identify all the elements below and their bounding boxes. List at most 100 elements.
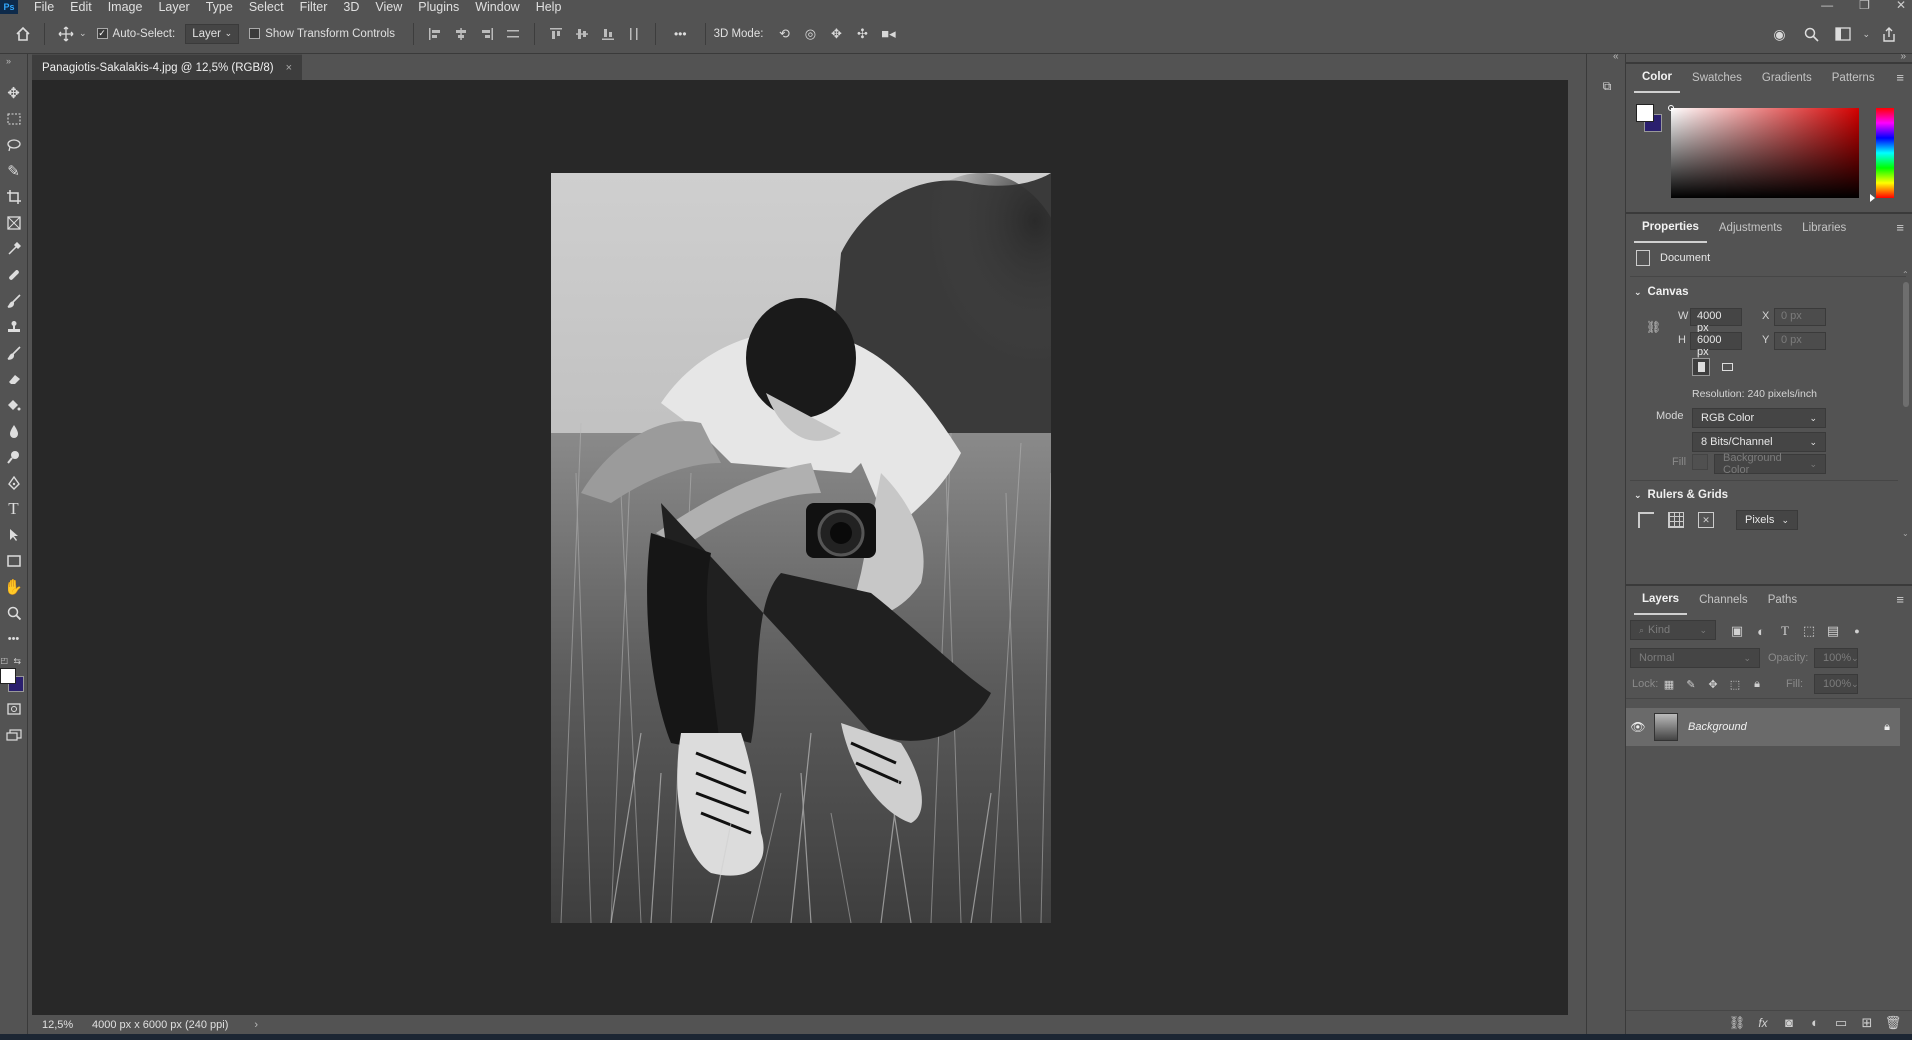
color-mode-dropdown[interactable]: RGB Color ⌄ [1692,408,1826,428]
workspace-chevron-icon[interactable]: ⌄ [1862,29,1870,40]
search-icon[interactable] [1798,21,1824,47]
tab-layers[interactable]: Layers [1634,585,1688,615]
align-left-edges-icon[interactable] [422,21,448,47]
tool-preset-chevron-icon[interactable]: ⌄ [79,28,87,39]
align-right-edges-icon[interactable] [474,21,500,47]
layer-lock-icon[interactable]: 🔒︎ [1884,721,1890,734]
shape-filter-icon[interactable]: ⬚ [1798,620,1820,642]
roll-3d-icon[interactable]: ◎ [797,21,823,47]
hue-slider[interactable] [1876,108,1894,198]
move-tool-icon[interactable] [53,21,79,47]
link-dimensions-icon[interactable]: ⛓ [1646,320,1661,334]
rulers-grids-section-header[interactable]: ⌄ Rulers & Grids [1634,489,1728,501]
drag-3d-icon[interactable]: ✥ [823,21,849,47]
properties-scrollbar[interactable]: ⌃ ⌄ [1902,270,1910,538]
distribute-horizontal-icon[interactable] [621,21,647,47]
menu-image[interactable]: Image [100,1,151,14]
opacity-input[interactable]: 100% ⌄ [1814,648,1859,668]
menu-plugins[interactable]: Plugins [410,1,467,14]
zoom-level[interactable]: 12,5% [32,1019,82,1031]
grid-icon[interactable] [1668,512,1684,528]
tab-channels[interactable]: Channels [1691,586,1756,614]
tab-paths[interactable]: Paths [1760,586,1805,614]
scroll-down-icon[interactable]: ⌄ [1902,529,1909,538]
align-horizontal-centers-icon[interactable] [448,21,474,47]
expand-panels-icon[interactable]: » [1900,51,1906,62]
menu-view[interactable]: View [367,1,410,14]
history-brush-tool-icon[interactable] [2,340,26,366]
tab-color[interactable]: Color [1634,63,1681,93]
new-layer-icon[interactable]: ⊞ [1856,1012,1878,1034]
restore-button[interactable]: ❐ [1859,0,1870,11]
canvas-x-input[interactable]: 0 px [1774,308,1826,326]
path-selection-tool-icon[interactable] [2,522,26,548]
canvas-width-input[interactable]: 4000 px [1690,308,1742,334]
foreground-color-swatch[interactable] [1636,104,1654,122]
tab-swatches[interactable]: Swatches [1684,64,1750,92]
crop-tool-icon[interactable] [2,184,26,210]
smart-object-filter-icon[interactable]: ▤ [1822,620,1844,642]
auto-select-target-dropdown[interactable]: Layer ⌄ [185,23,240,44]
close-document-icon[interactable]: × [286,62,292,74]
fill-color-swatch[interactable] [1692,454,1708,470]
screen-mode-icon[interactable] [2,722,26,748]
layer-filter-dropdown[interactable]: ⌕ Kind ⌄ [1630,620,1716,640]
paint-bucket-tool-icon[interactable] [2,392,26,418]
color-field[interactable] [1671,108,1859,198]
share-icon[interactable] [1876,21,1902,47]
scroll-up-icon[interactable]: ⌃ [1902,270,1909,279]
canvas-section-header[interactable]: ⌄ Canvas [1634,286,1688,298]
eye-visibility-icon[interactable]: 👁︎ [1626,720,1650,734]
slide-3d-icon[interactable]: ✣ [849,21,875,47]
new-group-folder-icon[interactable]: ▭ [1830,1012,1852,1034]
filter-toggle-icon[interactable]: ● [1846,620,1868,642]
canvas-height-input[interactable]: 6000 px [1690,332,1742,358]
status-menu-arrow[interactable]: › [254,1019,258,1031]
eraser-tool-icon[interactable] [2,366,26,392]
lock-artboard-icon[interactable]: ⬚ [1724,673,1746,695]
quick-mask-icon[interactable] [2,696,26,722]
lock-all-icon[interactable]: 🔒︎ [1746,673,1768,695]
menu-3d[interactable]: 3D [335,1,367,14]
type-filter-icon[interactable]: T [1774,620,1796,642]
collapse-panels-icon[interactable]: « [1613,51,1619,62]
panel-menu-icon[interactable]: ≡ [1896,592,1904,607]
rectangle-tool-icon[interactable] [2,548,26,574]
menu-help[interactable]: Help [528,1,570,14]
panel-menu-icon[interactable]: ≡ [1896,70,1904,85]
tab-adjustments[interactable]: Adjustments [1711,214,1790,242]
swap-colors-icon[interactable]: ⇆ [14,656,22,667]
brush-tool-icon[interactable] [2,288,26,314]
portrait-orientation-icon[interactable] [1692,358,1710,376]
link-layers-icon[interactable]: ⛓ [1726,1012,1748,1034]
history-panel-icon[interactable]: ⧉ [1597,76,1617,96]
hand-tool-icon[interactable]: ✋ [2,574,26,600]
landscape-orientation-icon[interactable] [1718,358,1736,376]
zoom-tool-icon[interactable] [2,600,26,626]
delete-layer-trash-icon[interactable]: 🗑︎ [1882,1012,1904,1034]
guides-icon[interactable]: ✕ [1698,512,1714,528]
menu-type[interactable]: Type [198,1,241,14]
hue-slider-handle[interactable] [1870,194,1875,202]
add-mask-icon[interactable]: ◙ [1778,1012,1800,1034]
collapse-toolbar-icon[interactable]: » [6,56,11,66]
healing-brush-tool-icon[interactable] [2,262,26,288]
type-tool-icon[interactable]: T [2,496,26,522]
learn-icon[interactable]: ◉ [1766,21,1792,47]
distribute-vertical-icon[interactable] [500,21,526,47]
scrollbar-thumb[interactable] [1903,282,1909,407]
workspace-icon[interactable] [1830,21,1856,47]
canvas-workspace[interactable] [32,80,1568,1015]
move-tool-icon[interactable]: ✥ [2,80,26,106]
foreground-color-swatch[interactable] [0,668,16,684]
close-button[interactable]: ✕ [1896,0,1906,11]
pixel-filter-icon[interactable]: ▣ [1726,620,1748,642]
minimize-button[interactable]: — [1821,0,1833,11]
dodge-tool-icon[interactable] [2,444,26,470]
show-transform-controls-checkbox[interactable]: Show Transform Controls [249,28,395,40]
eyedropper-tool-icon[interactable] [2,236,26,262]
align-top-edges-icon[interactable] [543,21,569,47]
lock-transparency-icon[interactable]: ▦ [1658,673,1680,695]
layer-fill-input[interactable]: 100% ⌄ [1814,674,1859,694]
lasso-tool-icon[interactable] [2,132,26,158]
